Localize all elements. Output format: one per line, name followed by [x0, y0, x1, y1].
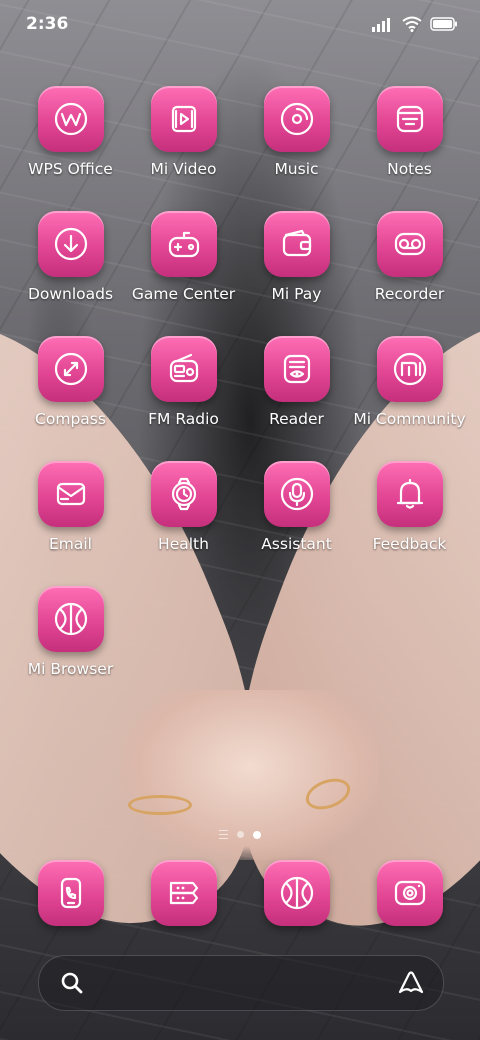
- app-label: Compass: [35, 410, 106, 428]
- app-game-center[interactable]: Game Center: [127, 211, 240, 303]
- home-screen: 2:36 WPS Office Mi Video Music Notes Dow…: [0, 0, 480, 1040]
- app-label: Feedback: [372, 535, 447, 553]
- dock-app-messages[interactable]: [127, 860, 240, 926]
- app-label: WPS Office: [28, 160, 113, 178]
- search-icon[interactable]: [59, 970, 85, 996]
- app-assistant[interactable]: Assistant: [240, 461, 353, 553]
- app-mi-video[interactable]: Mi Video: [127, 86, 240, 178]
- app-recorder[interactable]: Recorder: [353, 211, 466, 303]
- app-health[interactable]: Health: [127, 461, 240, 553]
- app-music[interactable]: Music: [240, 86, 353, 178]
- downloads-icon[interactable]: [37, 211, 104, 277]
- app-label: FM Radio: [148, 410, 219, 428]
- app-label: Reader: [269, 410, 324, 428]
- search-bar[interactable]: [38, 955, 444, 1011]
- app-label: Music: [274, 160, 319, 178]
- status-icons: [372, 16, 458, 32]
- fm-radio-icon[interactable]: [150, 336, 217, 402]
- app-mi-pay[interactable]: Mi Pay: [240, 211, 353, 303]
- game-center-icon[interactable]: [150, 211, 217, 277]
- status-time: 2:36: [26, 14, 69, 34]
- app-notes[interactable]: Notes: [353, 86, 466, 178]
- compass-icon[interactable]: [37, 336, 104, 402]
- signal-icon: [372, 18, 390, 32]
- dock-app-phone[interactable]: [14, 860, 127, 926]
- app-email[interactable]: Email: [14, 461, 127, 553]
- app-label: Recorder: [374, 285, 445, 303]
- app-mi-community[interactable]: Mi Community: [353, 336, 466, 428]
- wps-office-icon[interactable]: [37, 86, 104, 152]
- mi-browser-icon[interactable]: [37, 586, 104, 652]
- notes-icon[interactable]: [376, 86, 443, 152]
- app-fm-radio[interactable]: FM Radio: [127, 336, 240, 428]
- wallpaper-ring: [128, 795, 192, 815]
- app-label: Mi Pay: [271, 285, 322, 303]
- assistant-logo-icon[interactable]: [397, 970, 425, 996]
- app-label: Downloads: [27, 285, 114, 303]
- app-label: Mi Browser: [27, 660, 114, 678]
- feedback-icon[interactable]: [376, 461, 443, 527]
- mi-community-icon[interactable]: [376, 336, 443, 402]
- app-label: Assistant: [261, 535, 332, 553]
- phone-icon[interactable]: [37, 860, 104, 926]
- wifi-icon: [402, 16, 422, 32]
- app-feedback[interactable]: Feedback: [353, 461, 466, 553]
- dock-app-camera[interactable]: [353, 860, 466, 926]
- battery-icon: [430, 17, 457, 31]
- status-bar: 2:36: [0, 0, 480, 50]
- mi-pay-icon[interactable]: [263, 211, 330, 277]
- page-indicator: [0, 830, 480, 839]
- music-icon[interactable]: [263, 86, 330, 152]
- page-dot[interactable]: [237, 831, 244, 838]
- assistant-icon[interactable]: [263, 461, 330, 527]
- reader-icon[interactable]: [263, 336, 330, 402]
- app-downloads[interactable]: Downloads: [14, 211, 127, 303]
- browser-icon[interactable]: [263, 860, 330, 926]
- app-wps-office[interactable]: WPS Office: [14, 86, 127, 178]
- email-icon[interactable]: [37, 461, 104, 527]
- health-icon[interactable]: [150, 461, 217, 527]
- app-compass[interactable]: Compass: [14, 336, 127, 428]
- camera-icon[interactable]: [376, 860, 443, 926]
- page-indicator-list-icon[interactable]: [219, 830, 228, 839]
- app-mi-browser[interactable]: Mi Browser: [14, 586, 127, 678]
- app-label: Notes: [387, 160, 432, 178]
- app-label: Game Center: [131, 285, 236, 303]
- app-label: Health: [158, 535, 209, 553]
- mi-video-icon[interactable]: [150, 86, 217, 152]
- app-label: Mi Community: [353, 410, 466, 428]
- app-label: Mi Video: [150, 160, 217, 178]
- app-reader[interactable]: Reader: [240, 336, 353, 428]
- dock-app-browser[interactable]: [240, 860, 353, 926]
- page-dot-active[interactable]: [253, 830, 261, 839]
- app-label: Email: [48, 535, 92, 553]
- messages-icon[interactable]: [150, 860, 217, 926]
- recorder-icon[interactable]: [376, 211, 443, 277]
